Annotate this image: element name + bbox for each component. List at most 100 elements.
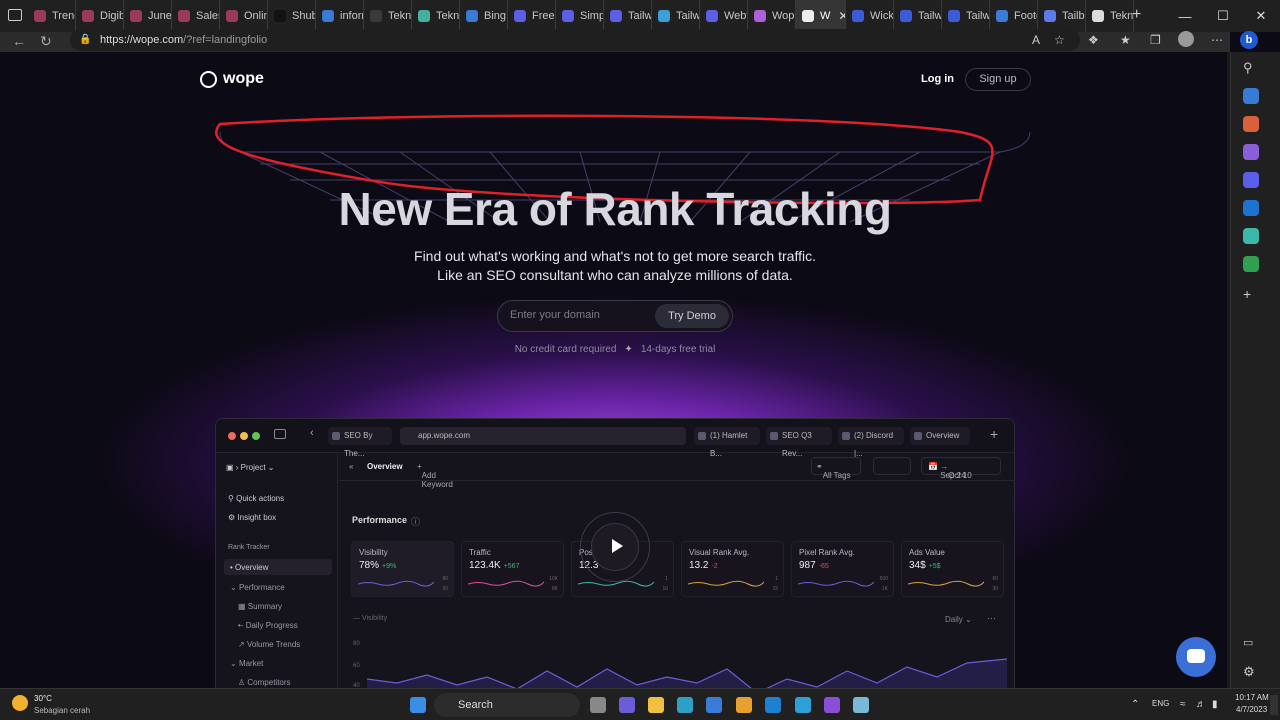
metric-card[interactable]: Visual Rank Avg. 13.2 -2 1 15	[681, 541, 784, 597]
weather-temp[interactable]: 30°C	[34, 694, 52, 703]
add-keyword-button[interactable]: + Add Keyword	[417, 462, 453, 489]
browser-tab[interactable]: Digibc	[76, 0, 124, 32]
browser-tab[interactable]: Teknik	[364, 0, 412, 32]
sidebar-item-summary[interactable]: ▦ Summary	[238, 602, 282, 611]
try-demo-button[interactable]: Try Demo	[655, 304, 729, 328]
app-tab[interactable]: (2) Discord |...	[838, 427, 904, 458]
app-new-tab-icon[interactable]: +	[990, 426, 998, 442]
browser-tab[interactable]: Webfl	[700, 0, 748, 32]
browser-tab[interactable]: Wope	[748, 0, 796, 32]
period-select[interactable]: Daily ⌄	[945, 615, 972, 624]
browser-tab[interactable]: Tailwi	[942, 0, 990, 32]
tree-icon[interactable]	[1243, 256, 1259, 272]
sidebar-item-daily-progress[interactable]: •- Daily Progress	[238, 621, 298, 630]
visual-studio-icon[interactable]	[824, 697, 840, 713]
sidebar-item-volume-trends[interactable]: ↗ Volume Trends	[238, 640, 300, 649]
clock-date[interactable]: 4/7/2023	[1236, 705, 1267, 714]
weather-desc[interactable]: Sebagian cerah	[34, 706, 90, 715]
browser-tab[interactable]: Free T	[508, 0, 556, 32]
volume-icon[interactable]: ♬	[1196, 699, 1206, 710]
browser-tab[interactable]: Simpl	[556, 0, 604, 32]
help-icon[interactable]: ⓘ	[411, 515, 420, 528]
app-tab[interactable]: SEO By The...	[328, 427, 392, 458]
collections-icon[interactable]: ❐	[1150, 33, 1161, 47]
bing-copilot-icon[interactable]: b	[1240, 31, 1258, 49]
browser-tab[interactable]: Wicke	[846, 0, 894, 32]
sidebar-layout-icon[interactable]: ▭	[1243, 636, 1259, 652]
minimize-icon[interactable]: —	[1166, 9, 1204, 24]
app-icon[interactable]	[853, 697, 869, 713]
maximize-icon[interactable]: ☐	[1204, 8, 1242, 24]
shopping-icon[interactable]	[1243, 88, 1259, 104]
extensions-icon[interactable]: ❖	[1088, 33, 1099, 47]
wope-logo[interactable]: wope	[200, 70, 264, 88]
signup-button[interactable]: Sign up	[965, 68, 1031, 91]
date-range-picker[interactable]: 📅 Sep 24 → Oct 10	[921, 457, 1001, 480]
settings-icon[interactable]: ⚙	[1243, 664, 1259, 680]
browser-tab[interactable]: Teknik	[1086, 0, 1134, 32]
browser-tab[interactable]: Tailwi	[894, 0, 942, 32]
show-desktop-button[interactable]	[1270, 695, 1278, 715]
outlook-icon[interactable]	[1243, 200, 1259, 216]
wifi-icon[interactable]: ≈	[1180, 699, 1186, 710]
sidebar-item-market[interactable]: ⌄ Market	[230, 659, 263, 668]
close-icon[interactable]: ✕	[1242, 8, 1280, 24]
sidebar-item-overview[interactable]: • Overview	[224, 559, 332, 575]
favorite-icon[interactable]: ☆	[1054, 33, 1065, 47]
browser-tab[interactable]: Bing A	[460, 0, 508, 32]
clock-time[interactable]: 10:17 AM	[1235, 693, 1269, 702]
domain-input[interactable]	[510, 309, 650, 321]
games-icon[interactable]	[1243, 144, 1259, 160]
reload-icon[interactable]: ↻	[40, 33, 52, 50]
collapse-icon[interactable]: «	[349, 462, 353, 471]
sidebar-item-competitors[interactable]: ♙ Competitors	[238, 678, 291, 687]
vscode-icon[interactable]	[765, 697, 781, 713]
file-explorer-icon[interactable]	[648, 697, 664, 713]
metric-card[interactable]: Pixel Rank Avg. 987 -65 500 1K	[791, 541, 894, 597]
play-video-button[interactable]	[580, 512, 650, 582]
project-selector[interactable]: ▣ › Project ⌄	[226, 463, 275, 472]
weather-icon[interactable]	[12, 695, 28, 711]
sidebar-item-performance[interactable]: ⌄ Performance	[230, 583, 285, 592]
sidebar-toggle-icon[interactable]	[274, 429, 286, 439]
tray-expand-icon[interactable]: ⌃	[1131, 699, 1139, 710]
start-icon[interactable]	[410, 697, 426, 713]
back-icon[interactable]: ←	[12, 33, 26, 49]
profile-avatar[interactable]	[1178, 31, 1194, 47]
add-app-icon[interactable]: +	[1243, 286, 1259, 302]
url-text[interactable]: https://wope.com/?ref=landingfolio	[100, 34, 267, 46]
app-tab[interactable]: SEO Q3 Rev...	[766, 427, 832, 458]
device-toggle[interactable]	[873, 457, 911, 475]
edge-icon[interactable]	[677, 697, 693, 713]
browser-tab[interactable]: Foote	[990, 0, 1038, 32]
all-tags-filter[interactable]: ⚭ All Tags	[811, 457, 861, 480]
tab-actions-icon[interactable]	[8, 9, 22, 21]
read-aloud-icon[interactable]: A	[1032, 33, 1040, 47]
back-arrow-icon[interactable]: ‹	[310, 427, 314, 439]
close-tab-icon[interactable]: ✕	[838, 9, 845, 23]
copilot-app-icon[interactable]	[1243, 172, 1259, 188]
login-link[interactable]: Log in	[921, 73, 954, 85]
app-url-bar[interactable]: app.wope.com	[400, 427, 686, 445]
metric-card[interactable]: Traffic 123.4K +567 10K 8K	[461, 541, 564, 597]
search-icon[interactable]: ⚲	[1243, 60, 1259, 76]
browser-tab[interactable]: Tailwi	[652, 0, 700, 32]
browser-tab[interactable]: W✕	[796, 0, 846, 32]
browser-tab[interactable]: June #	[124, 0, 172, 32]
browser-tab[interactable]: Trendi	[28, 0, 76, 32]
chat-widget-button[interactable]	[1176, 637, 1216, 677]
browser-tab[interactable]: Tailwi	[604, 0, 652, 32]
task-view-icon[interactable]	[590, 697, 606, 713]
browser-tab[interactable]: Shubh	[268, 0, 316, 32]
new-tab-button[interactable]: +	[1132, 6, 1141, 24]
more-menu-icon[interactable]: ⋯	[1211, 33, 1223, 47]
taskbar-search[interactable]: Search	[434, 693, 580, 717]
telegram-icon[interactable]	[795, 697, 811, 713]
chart-more-icon[interactable]: ⋯	[987, 613, 996, 624]
teams-icon[interactable]	[619, 697, 635, 713]
chrome-icon[interactable]	[736, 697, 752, 713]
browser-tab[interactable]: Online	[220, 0, 268, 32]
browser-tab[interactable]: Sales #	[172, 0, 220, 32]
favorites-bar-icon[interactable]: ★	[1120, 33, 1131, 47]
metric-card[interactable]: Visibility 78% +9% 80 20	[351, 541, 454, 597]
